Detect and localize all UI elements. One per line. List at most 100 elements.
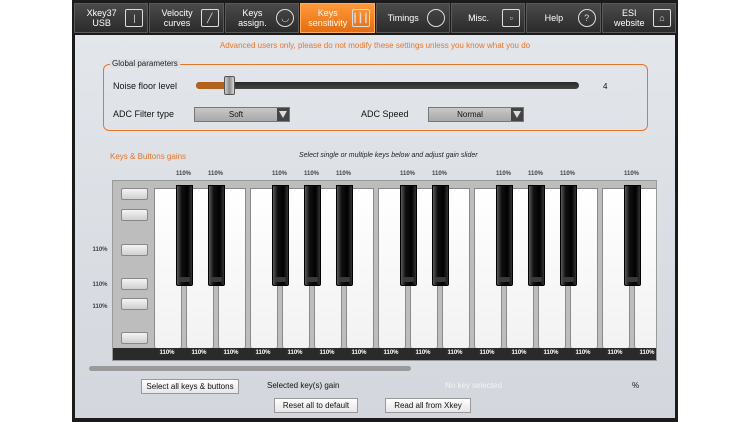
white-key-gain: 110% (191, 350, 207, 356)
black-key[interactable] (400, 185, 417, 286)
black-key[interactable] (176, 185, 193, 286)
black-key[interactable] (624, 185, 641, 286)
black-key[interactable] (272, 185, 289, 286)
chevron-down-icon (511, 108, 523, 121)
white-key-gain: 110% (223, 350, 239, 356)
white-key-gain: 110% (319, 350, 335, 356)
tab-keys-assign[interactable]: Keys assign. ◡ (224, 3, 300, 33)
transpose-button[interactable] (121, 298, 148, 310)
adc-speed-label: ADC Speed (361, 109, 409, 119)
percent-sign: % (632, 381, 640, 390)
tab-label: Keys sensitivity (308, 8, 348, 28)
black-key[interactable] (560, 185, 577, 286)
keyboard-icon: ┃┃┃ (351, 9, 370, 27)
black-key-gain: 110% (527, 171, 543, 177)
curve-icon: ╱ (200, 9, 219, 27)
tab-label: Help (544, 13, 564, 23)
keys-hint: Select single or multiple keys below and… (299, 152, 478, 159)
slider-thumb[interactable] (224, 76, 236, 95)
chevron-down-icon (277, 108, 289, 121)
select-all-button[interactable]: Select all keys & buttons (141, 379, 239, 394)
toolbar: Xkey37 USB | Velocity curves ╱ Keys assign. ◡… (74, 3, 676, 33)
octave-down-button[interactable] (121, 209, 148, 221)
keyboard-panel (112, 180, 657, 361)
black-key[interactable] (336, 185, 353, 286)
reset-all-button[interactable]: Reset all to default (274, 398, 358, 413)
tab-label: ESI website (614, 8, 645, 28)
white-key-gain: 110% (639, 350, 655, 356)
tab-label: Velocity curves (161, 8, 193, 28)
black-key[interactable] (432, 185, 449, 286)
stopwatch-icon (426, 9, 445, 27)
noise-floor-slider[interactable] (196, 76, 579, 95)
home-icon: ⌂ (653, 9, 671, 27)
black-key-gain: 110% (271, 171, 287, 177)
adc-filter-value: Soft (228, 110, 244, 119)
black-key[interactable] (528, 185, 545, 286)
group-title: Global parameters (110, 59, 180, 68)
tab-keys-sensitivity[interactable]: Keys sensitivity ┃┃┃ (300, 3, 375, 33)
noise-floor-value: 4 (603, 82, 608, 91)
black-key-gain: 110% (495, 171, 511, 177)
button-gain: 110% (92, 247, 108, 253)
white-key-gain: 110% (511, 350, 527, 356)
global-parameters-group: Global parameters Noise floor level 4 AD… (103, 59, 648, 131)
white-key-gain: 110% (159, 350, 175, 356)
black-key-gain: 110% (175, 171, 191, 177)
button-gain: 110% (92, 304, 108, 310)
white-key-gain: 110% (575, 350, 591, 356)
question-icon: ? (577, 9, 596, 27)
black-key[interactable] (304, 185, 321, 286)
warning-text: Advanced users only, please do not modif… (219, 41, 531, 50)
keys-gains-title: Keys & Buttons gains (110, 152, 187, 161)
black-key-gain: 110% (559, 171, 575, 177)
white-key-gain: 110% (287, 350, 303, 356)
white-key-gain: 110% (351, 350, 367, 356)
noise-floor-label: Noise floor level (113, 81, 178, 91)
modulation-button[interactable] (121, 244, 148, 256)
white-key-gain: 110% (479, 350, 495, 356)
tab-label: Misc. (468, 13, 490, 23)
horizontal-scrollbar[interactable] (89, 366, 411, 371)
tab-help[interactable]: Help? (526, 3, 601, 33)
black-key[interactable] (496, 185, 513, 286)
black-key-gain: 110% (399, 171, 415, 177)
tab-xkey37-usb[interactable]: Xkey37 USB | (74, 3, 149, 33)
read-all-button[interactable]: Read all from Xkey (385, 398, 471, 413)
sustain-button[interactable] (121, 278, 148, 290)
tab-label: Keys assign. (238, 8, 267, 28)
white-key-gain: 110% (415, 350, 431, 356)
tab-label: Timings (387, 13, 419, 23)
black-key-gain: 110% (207, 171, 223, 177)
dial-icon: ◡ (276, 9, 295, 27)
selected-gain-label: Selected key(s) gain (267, 381, 340, 390)
white-key-gain: 110% (255, 350, 271, 356)
black-key-gain: 110% (623, 171, 639, 177)
tab-misc[interactable]: Misc. ▫ (450, 3, 526, 33)
slider-fill (196, 82, 228, 89)
adc-filter-label: ADC Filter type (113, 109, 175, 119)
app-window: Xkey37 USB | Velocity curves ╱ Keys assign. ◡… (72, 0, 678, 422)
no-key-selected-text: No key selected (445, 381, 502, 390)
white-key-gain: 110% (383, 350, 399, 356)
white-key-gain: 110% (543, 350, 559, 356)
adc-speed-dropdown[interactable]: Normal (428, 107, 524, 122)
function-button[interactable] (121, 332, 148, 344)
slider-icon: | (125, 9, 144, 27)
black-key-gain: 110% (303, 171, 319, 177)
adc-speed-value: Normal (457, 110, 483, 119)
black-key-gain: 110% (431, 171, 447, 177)
tab-velocity-curves[interactable]: Velocity curves ╱ (149, 3, 224, 33)
white-key-gain: 110% (447, 350, 463, 356)
black-key[interactable] (208, 185, 225, 286)
black-key-gain: 110% (335, 171, 351, 177)
squares-icon: ▫ (502, 9, 521, 27)
tab-esi-website[interactable]: ESI website ⌂ (601, 3, 676, 33)
white-key-gain: 110% (607, 350, 623, 356)
adc-filter-dropdown[interactable]: Soft (194, 107, 290, 122)
button-gain: 110% (92, 282, 108, 288)
content-panel: Advanced users only, please do not modif… (75, 35, 675, 418)
octave-up-button[interactable] (121, 188, 148, 200)
tab-timings[interactable]: Timings (375, 3, 450, 33)
tab-label: Xkey37 USB (86, 8, 117, 28)
